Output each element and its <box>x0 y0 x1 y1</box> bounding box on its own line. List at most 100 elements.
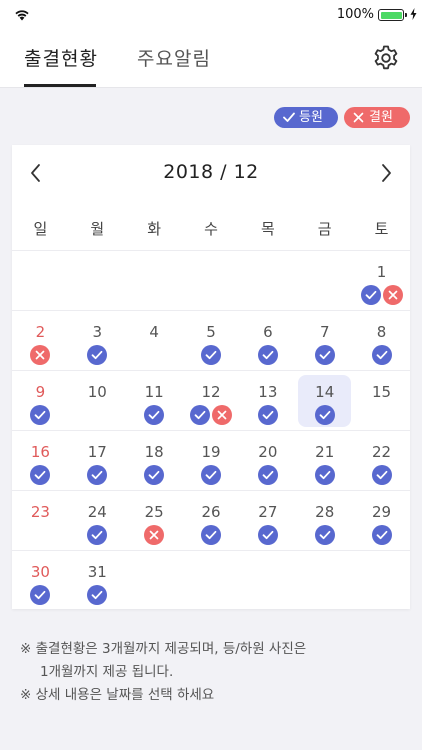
active-tab-indicator <box>24 84 96 87</box>
day-number: 13 <box>258 383 278 401</box>
day-number: 15 <box>372 383 392 401</box>
calendar-day-cell[interactable]: 17 <box>69 431 126 491</box>
day-number: 24 <box>87 503 107 521</box>
attendance-marks <box>353 345 410 365</box>
day-number: 11 <box>144 383 164 401</box>
calendar-day-cell[interactable]: 9 <box>12 371 69 431</box>
present-check-icon <box>314 405 335 425</box>
status-bar: 100% <box>0 0 422 30</box>
calendar-day-cell[interactable]: 20 <box>239 431 296 491</box>
tab-notices[interactable]: 주요알림 <box>137 44 211 71</box>
present-check-icon <box>371 345 392 365</box>
weekday-label: 목 <box>260 220 275 238</box>
attendance-marks <box>353 285 410 305</box>
calendar-day-cell[interactable]: 27 <box>239 491 296 551</box>
calendar-day-cell[interactable]: 11 <box>126 371 183 431</box>
day-number: 30 <box>30 563 50 581</box>
attendance-marks <box>69 465 126 485</box>
calendar-day-cell[interactable]: 28 <box>296 491 353 551</box>
attendance-marks <box>69 585 126 605</box>
day-number: 14 <box>315 383 335 401</box>
calendar-day-cell[interactable]: 5 <box>183 311 240 371</box>
legend-present-label: 등원 <box>299 110 323 125</box>
note-line-3: ※ 상세 내용은 날짜를 선택 하세요 <box>20 687 215 703</box>
attendance-marks <box>69 525 126 545</box>
attendance-marks <box>183 465 240 485</box>
attendance-marks <box>183 405 240 425</box>
calendar-day-cell[interactable]: 4 <box>126 311 183 371</box>
day-number: 22 <box>372 443 392 461</box>
calendar-day-cell[interactable]: 18 <box>126 431 183 491</box>
calendar-day-cell[interactable]: 12 <box>183 371 240 431</box>
calendar-day-cell[interactable]: 10 <box>69 371 126 431</box>
day-number: 31 <box>87 563 107 581</box>
calendar-day-cell[interactable]: 14 <box>296 371 353 431</box>
calendar-day-cell[interactable]: 7 <box>296 311 353 371</box>
calendar-day-cell[interactable]: 6 <box>239 311 296 371</box>
calendar-day-cell[interactable]: 16 <box>12 431 69 491</box>
present-check-icon <box>30 585 51 605</box>
calendar-day-cell[interactable]: 19 <box>183 431 240 491</box>
attendance-marks <box>296 405 353 425</box>
absent-x-icon <box>382 285 403 305</box>
calendar-day-cell[interactable]: 3 <box>69 311 126 371</box>
legend-absent-label: 결원 <box>369 110 393 125</box>
day-number: 17 <box>87 443 107 461</box>
day-number: 2 <box>35 323 46 341</box>
calendar-day-cell[interactable]: 21 <box>296 431 353 491</box>
calendar-day-cell[interactable]: 31 <box>69 551 126 611</box>
attendance-marks <box>12 585 69 605</box>
day-number: 28 <box>315 503 335 521</box>
battery-icon <box>378 9 404 21</box>
calendar-day-cell[interactable]: 15 <box>353 371 410 431</box>
attendance-marks <box>12 465 69 485</box>
present-check-icon <box>257 465 278 485</box>
calendar-day-cell[interactable]: 24 <box>69 491 126 551</box>
present-check-icon <box>257 525 278 545</box>
day-number: 1 <box>376 263 387 281</box>
calendar-day-cell[interactable]: 30 <box>12 551 69 611</box>
tab-attendance[interactable]: 출결현황 <box>24 44 98 71</box>
battery-tip <box>405 13 407 17</box>
present-check-icon <box>30 465 51 485</box>
attendance-marks <box>126 525 183 545</box>
calendar-day-cell[interactable]: 13 <box>239 371 296 431</box>
present-check-icon <box>144 465 165 485</box>
present-check-icon <box>144 405 165 425</box>
present-check-icon <box>257 405 278 425</box>
day-number: 6 <box>263 323 273 341</box>
x-icon <box>353 112 364 123</box>
next-month-chevron-icon[interactable] <box>378 163 394 183</box>
present-check-icon <box>314 525 335 545</box>
present-check-icon <box>87 345 108 365</box>
present-check-icon <box>200 525 221 545</box>
attendance-marks <box>183 525 240 545</box>
calendar-day-cell[interactable]: 29 <box>353 491 410 551</box>
absent-x-icon <box>30 345 51 365</box>
attendance-marks <box>126 465 183 485</box>
attendance-marks <box>69 405 126 425</box>
attendance-marks <box>353 465 410 485</box>
calendar-day-cell[interactable]: 23 <box>12 491 69 551</box>
check-icon <box>283 112 295 122</box>
present-check-icon <box>200 345 221 365</box>
day-number: 25 <box>144 503 164 521</box>
attendance-marks <box>12 525 69 545</box>
weekday-label: 일 <box>33 220 48 238</box>
day-number: 5 <box>206 323 216 341</box>
absent-x-icon <box>144 525 165 545</box>
attendance-marks <box>12 345 69 365</box>
calendar-day-cell[interactable]: 22 <box>353 431 410 491</box>
calendar-day-cell[interactable]: 25 <box>126 491 183 551</box>
month-title: 2018 / 12 <box>163 161 259 183</box>
present-check-icon <box>257 345 278 365</box>
calendar-day-cell[interactable]: 8 <box>353 311 410 371</box>
calendar-day-cell[interactable]: 2 <box>12 311 69 371</box>
calendar-day-cell[interactable]: 1 <box>353 251 410 311</box>
present-check-icon <box>314 345 335 365</box>
present-check-icon <box>87 525 108 545</box>
settings-gear-icon[interactable] <box>372 44 400 72</box>
day-number: 10 <box>87 383 107 401</box>
day-number: 27 <box>258 503 278 521</box>
calendar-day-cell[interactable]: 26 <box>183 491 240 551</box>
